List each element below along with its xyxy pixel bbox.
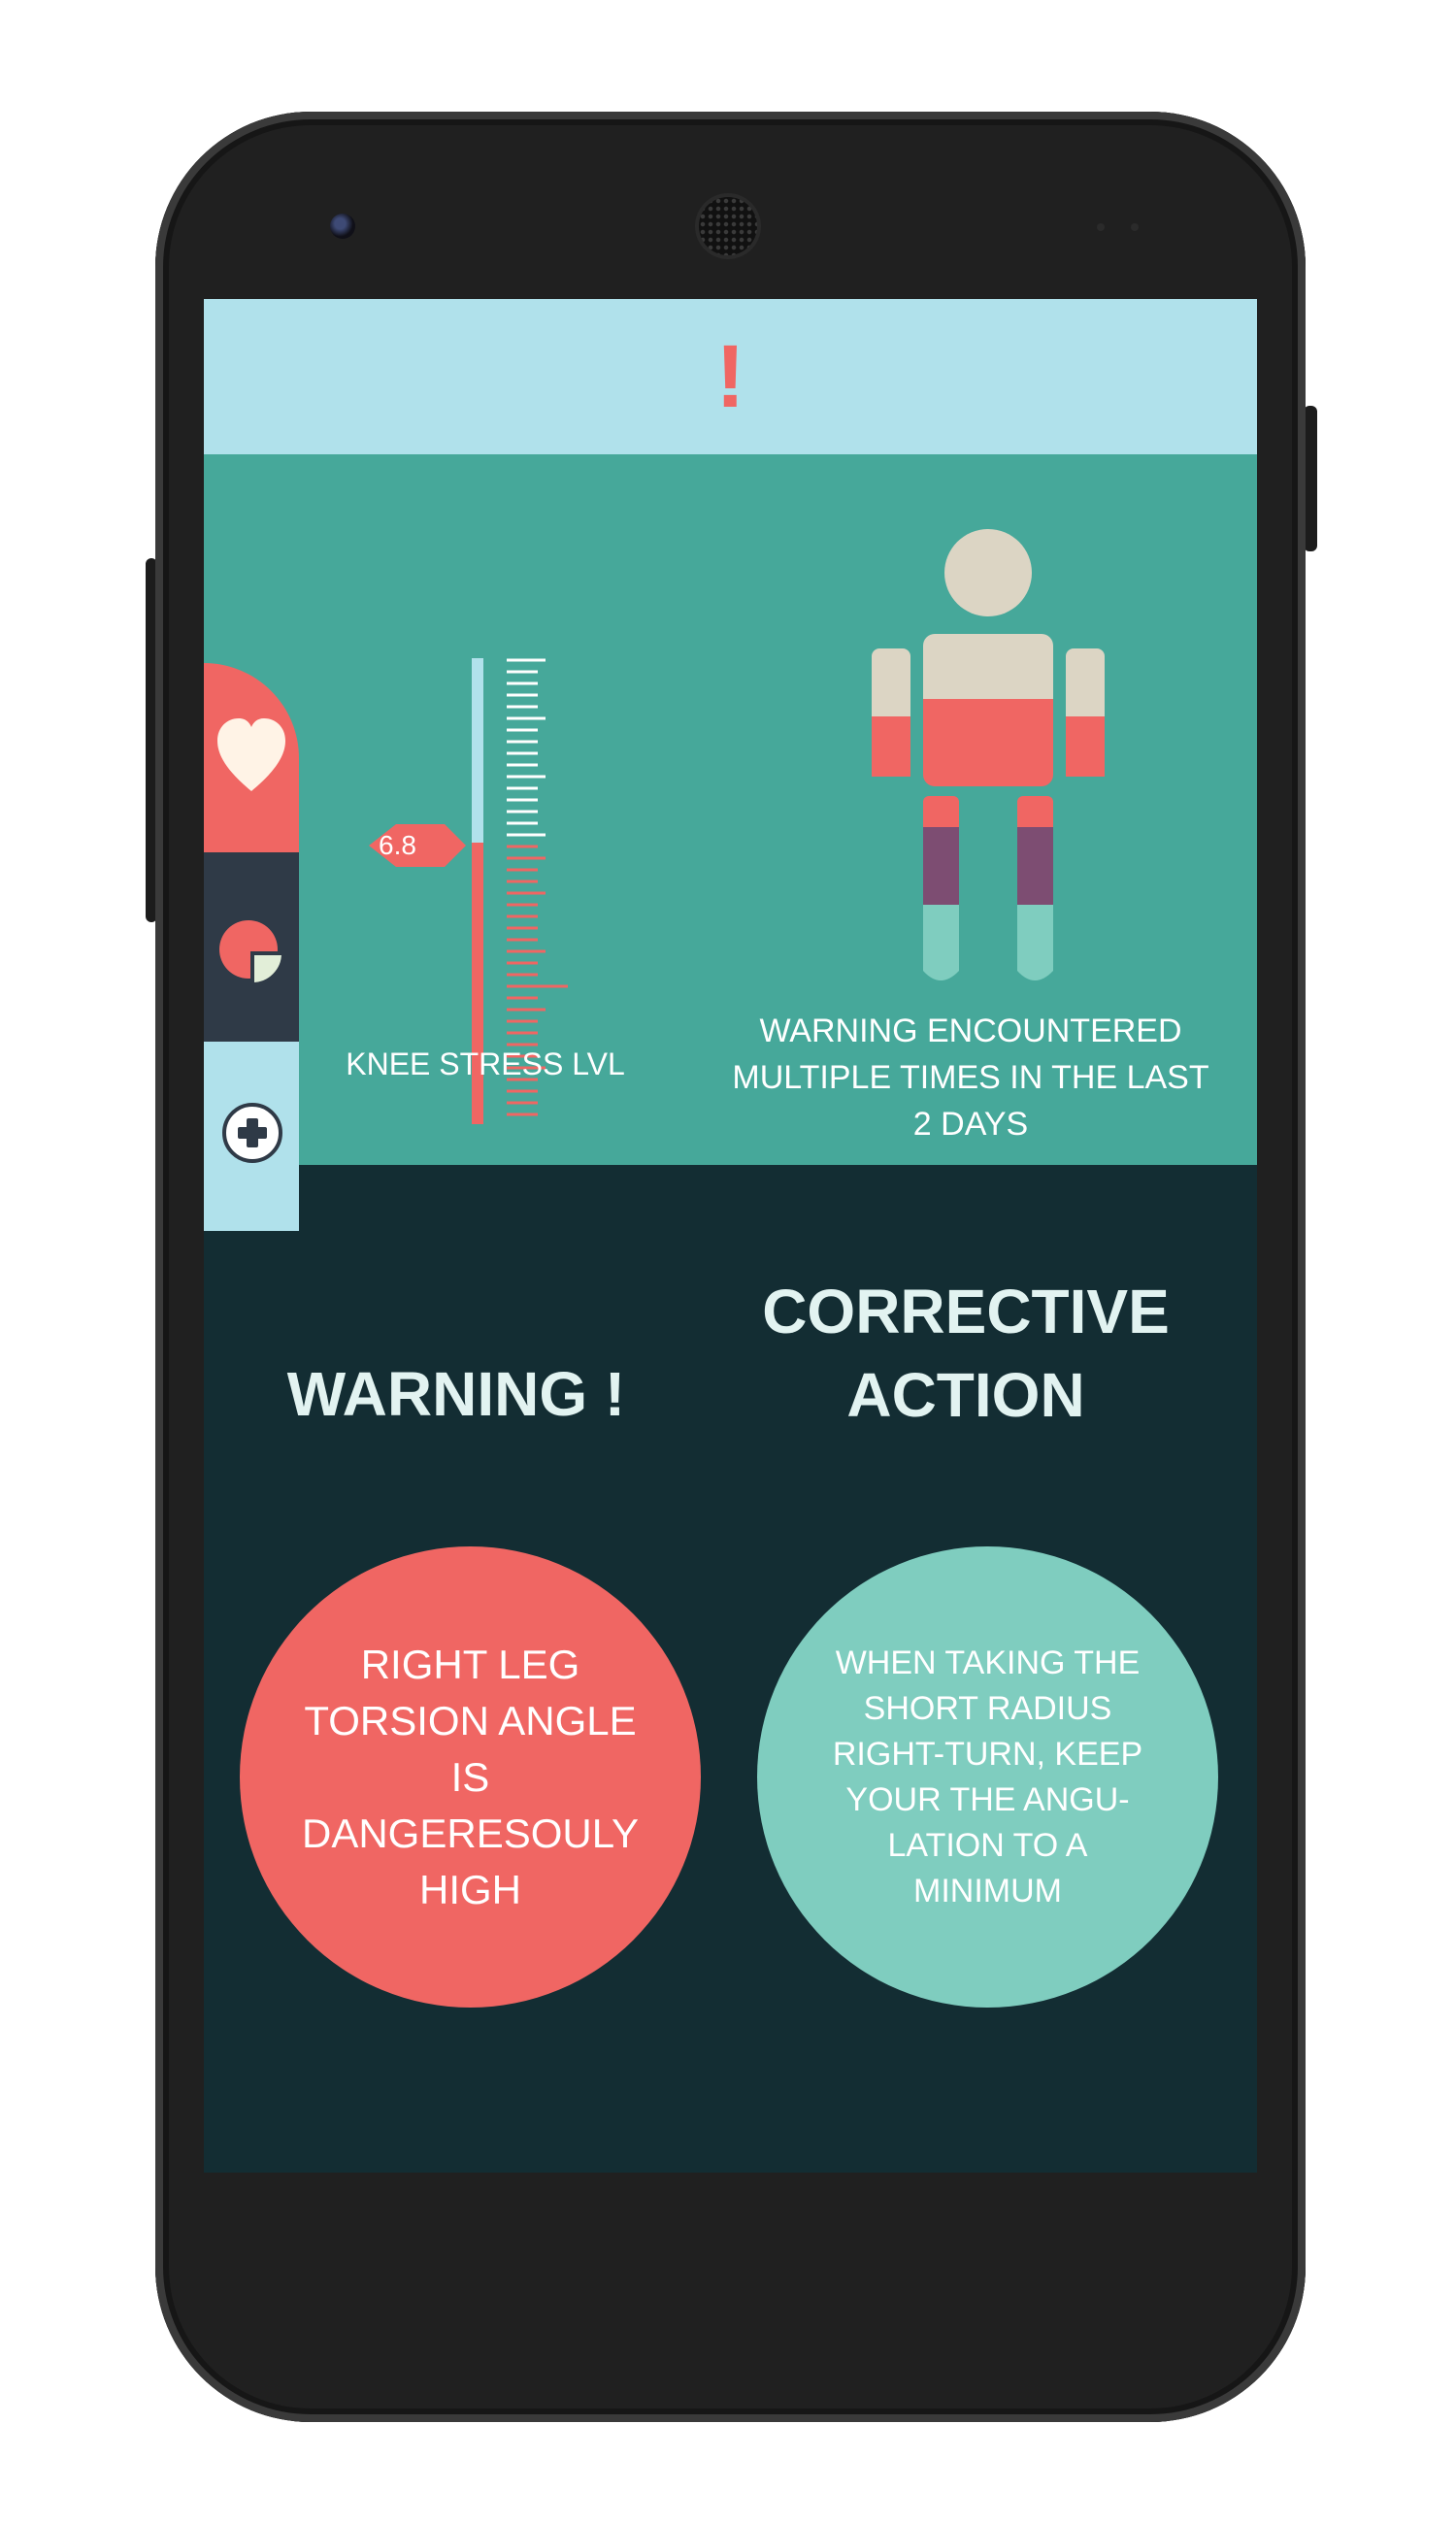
alert-header: ! xyxy=(204,299,1257,454)
exclamation-icon: ! xyxy=(715,327,745,426)
sidebar xyxy=(204,663,299,1391)
sidebar-item-add[interactable] xyxy=(204,1042,299,1231)
earpiece-speaker xyxy=(699,197,757,255)
pie-chart-icon xyxy=(219,920,286,987)
figure-head xyxy=(944,529,1032,616)
figure-right-leg xyxy=(1017,796,1053,980)
gauge-title: KNEE STRESS LVL xyxy=(346,1046,625,1081)
gauge-value-label: 6.8 xyxy=(379,830,416,860)
front-camera xyxy=(330,214,355,239)
warning-message: RIGHT LEG TORSION ANGLE IS DANGERESOULY … xyxy=(302,1641,639,1912)
figure-left-leg xyxy=(923,796,959,980)
body-figure xyxy=(872,529,1105,980)
proximity-sensor xyxy=(1097,223,1105,231)
warning-frequency-text: WARNING ENCOUNTERED MULTIPLE TIMES IN TH… xyxy=(732,1013,1209,1143)
warning-heading: WARNING ! xyxy=(286,1359,626,1429)
figure-left-arm xyxy=(872,648,910,777)
light-sensor xyxy=(1131,223,1139,231)
warning-message-circle[interactable]: RIGHT LEG TORSION ANGLE IS DANGERESOULY … xyxy=(240,1546,701,2008)
app-screen: ! 6.8 KNEE STRESS LVL WARNING ENCOUNTERE… xyxy=(204,299,1257,2173)
corrective-action-circle[interactable]: WHEN TAKING THE SHORT RADIUS RIGHT-TURN,… xyxy=(757,1546,1218,2008)
corrective-action-message: WHEN TAKING THE SHORT RADIUS RIGHT-TURN,… xyxy=(832,1644,1143,1910)
plus-circle-icon xyxy=(222,1103,282,1163)
corrective-action-heading: CORRECTIVE ACTION xyxy=(762,1277,1170,1430)
sidebar-item-health[interactable] xyxy=(204,663,299,852)
figure-torso xyxy=(923,634,1053,786)
power-button[interactable] xyxy=(1304,406,1317,551)
gauge-track-upper xyxy=(472,658,483,843)
sidebar-item-stats[interactable] xyxy=(204,852,299,1042)
heart-icon xyxy=(217,718,285,791)
figure-right-arm xyxy=(1066,648,1105,777)
